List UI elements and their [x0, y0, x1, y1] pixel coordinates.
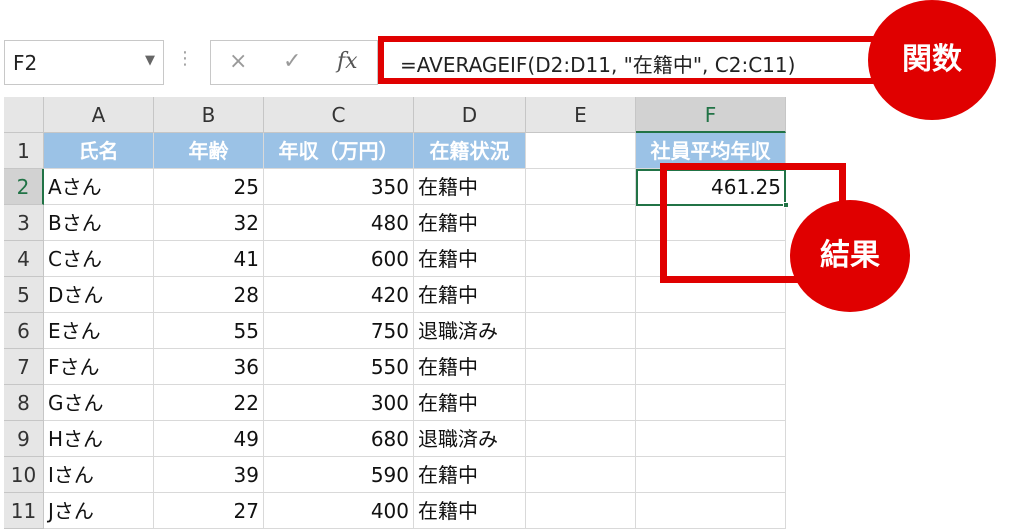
cell-status[interactable]: 在籍中 — [414, 169, 526, 205]
cell-age[interactable]: 28 — [154, 277, 264, 313]
cell-income[interactable]: 550 — [264, 349, 414, 385]
cell-income[interactable]: 680 — [264, 421, 414, 457]
cell-f6[interactable] — [636, 313, 786, 349]
select-all-corner[interactable] — [4, 97, 44, 133]
enter-icon[interactable]: ✓ — [283, 49, 301, 74]
cell-age[interactable]: 39 — [154, 457, 264, 493]
cell-name[interactable]: Fさん — [44, 349, 154, 385]
cell-f10[interactable] — [636, 457, 786, 493]
header-cell-age[interactable]: 年齢 — [154, 133, 264, 169]
cell-name[interactable]: Cさん — [44, 241, 154, 277]
cell-income[interactable]: 750 — [264, 313, 414, 349]
column-header-f[interactable]: F — [636, 97, 786, 133]
cell-status[interactable]: 退職済み — [414, 421, 526, 457]
result-callout-badge: 結果 — [790, 200, 910, 312]
cell-status[interactable]: 在籍中 — [414, 385, 526, 421]
cell-status[interactable]: 在籍中 — [414, 277, 526, 313]
row-header-5[interactable]: 5 — [4, 277, 44, 313]
column-header-d[interactable]: D — [414, 97, 526, 133]
column-header-c[interactable]: C — [264, 97, 414, 133]
cell-age[interactable]: 36 — [154, 349, 264, 385]
cell-name[interactable]: Bさん — [44, 205, 154, 241]
cell-name[interactable]: Jさん — [44, 493, 154, 529]
cell-income[interactable]: 420 — [264, 277, 414, 313]
row-header-10[interactable]: 10 — [4, 457, 44, 493]
cell-age[interactable]: 55 — [154, 313, 264, 349]
cell-e8[interactable] — [526, 385, 636, 421]
row-header-1[interactable]: 1 — [4, 133, 44, 169]
name-box[interactable]: F2 ▼ — [4, 40, 164, 85]
cell-e9[interactable] — [526, 421, 636, 457]
cell-e7[interactable] — [526, 349, 636, 385]
cell-e11[interactable] — [526, 493, 636, 529]
cell-status[interactable]: 在籍中 — [414, 241, 526, 277]
cell-status[interactable]: 在籍中 — [414, 457, 526, 493]
cancel-icon[interactable]: × — [229, 49, 247, 74]
cell-status[interactable]: 在籍中 — [414, 349, 526, 385]
cell-e10[interactable] — [526, 457, 636, 493]
cell-age[interactable]: 41 — [154, 241, 264, 277]
cell-income[interactable]: 590 — [264, 457, 414, 493]
cell-f7[interactable] — [636, 349, 786, 385]
cell-name[interactable]: Eさん — [44, 313, 154, 349]
cell-name[interactable]: Iさん — [44, 457, 154, 493]
column-header-e[interactable]: E — [526, 97, 636, 133]
cell-e5[interactable] — [526, 277, 636, 313]
name-box-value: F2 — [13, 51, 38, 75]
formula-text: =AVERAGEIF(D2:D11, "在籍中", C2:C11) — [400, 53, 796, 77]
row-header-11[interactable]: 11 — [4, 493, 44, 529]
cell-name[interactable]: Dさん — [44, 277, 154, 313]
formula-bar-grip-icon: ⋮ — [176, 48, 194, 69]
chevron-down-icon[interactable]: ▼ — [145, 53, 155, 68]
cell-e3[interactable] — [526, 205, 636, 241]
cell-income[interactable]: 480 — [264, 205, 414, 241]
cell-e6[interactable] — [526, 313, 636, 349]
cell-f9[interactable] — [636, 421, 786, 457]
cell-e1[interactable] — [526, 133, 636, 169]
cell-age[interactable]: 22 — [154, 385, 264, 421]
row-header-9[interactable]: 9 — [4, 421, 44, 457]
cell-income[interactable]: 600 — [264, 241, 414, 277]
function-callout-badge: 関数 — [868, 0, 996, 120]
cell-age[interactable]: 49 — [154, 421, 264, 457]
cell-status[interactable]: 在籍中 — [414, 205, 526, 241]
cell-name[interactable]: Aさん — [44, 169, 154, 205]
cell-income[interactable]: 300 — [264, 385, 414, 421]
insert-function-icon[interactable]: fx — [337, 49, 358, 74]
cell-income[interactable]: 350 — [264, 169, 414, 205]
header-cell-status[interactable]: 在籍状況 — [414, 133, 526, 169]
formula-bar-buttons: × ✓ fx — [210, 40, 378, 85]
cell-name[interactable]: Hさん — [44, 421, 154, 457]
row-header-6[interactable]: 6 — [4, 313, 44, 349]
header-cell-name[interactable]: 氏名 — [44, 133, 154, 169]
cell-name[interactable]: Gさん — [44, 385, 154, 421]
cell-status[interactable]: 在籍中 — [414, 493, 526, 529]
column-header-b[interactable]: B — [154, 97, 264, 133]
row-header-4[interactable]: 4 — [4, 241, 44, 277]
cell-income[interactable]: 400 — [264, 493, 414, 529]
column-header-a[interactable]: A — [44, 97, 154, 133]
cell-f11[interactable] — [636, 493, 786, 529]
row-header-2[interactable]: 2 — [4, 169, 44, 205]
cell-age[interactable]: 25 — [154, 169, 264, 205]
row-header-7[interactable]: 7 — [4, 349, 44, 385]
cell-e4[interactable] — [526, 241, 636, 277]
cell-f8[interactable] — [636, 385, 786, 421]
cell-e2[interactable] — [526, 169, 636, 205]
cell-status[interactable]: 退職済み — [414, 313, 526, 349]
row-header-8[interactable]: 8 — [4, 385, 44, 421]
formula-input[interactable]: =AVERAGEIF(D2:D11, "在籍中", C2:C11) — [378, 36, 904, 84]
cell-age[interactable]: 32 — [154, 205, 264, 241]
header-cell-income[interactable]: 年収（万円） — [264, 133, 414, 169]
row-header-3[interactable]: 3 — [4, 205, 44, 241]
cell-age[interactable]: 27 — [154, 493, 264, 529]
